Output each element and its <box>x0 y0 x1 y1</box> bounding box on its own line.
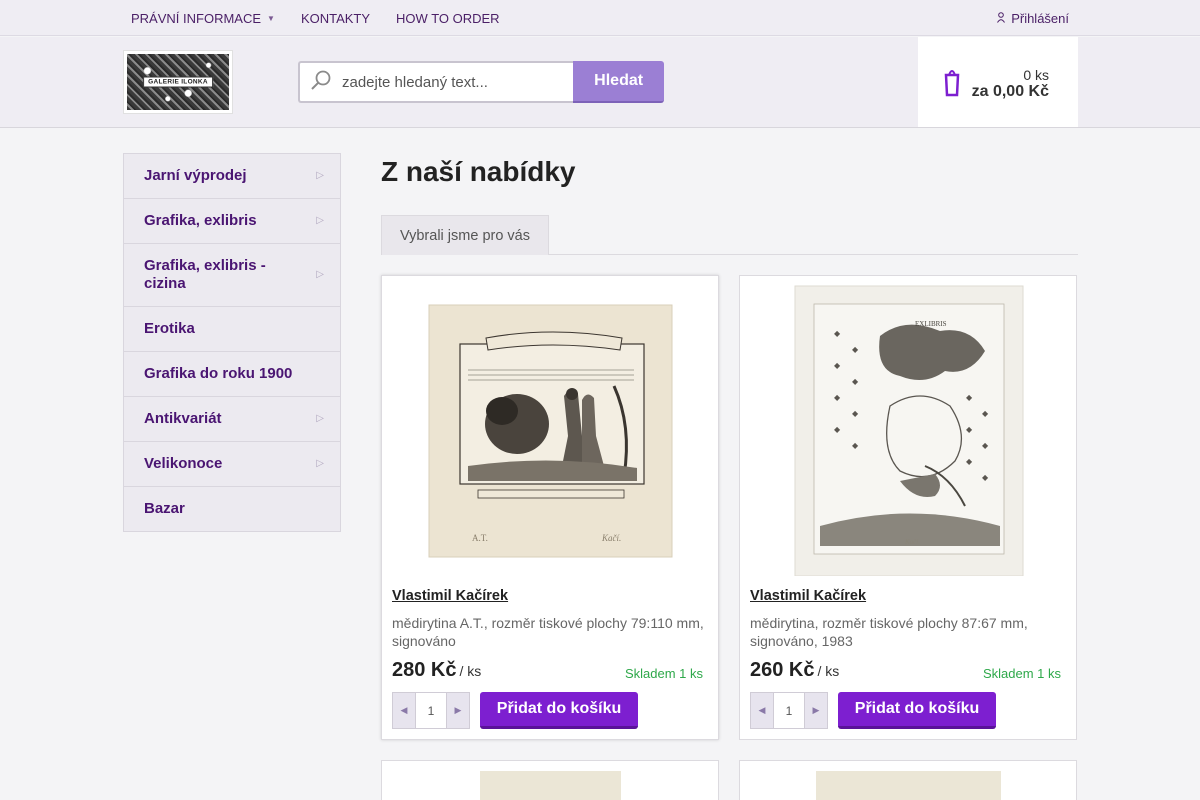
svg-text:◆: ◆ <box>834 361 841 370</box>
sidebar-item-label: Grafika do roku 1900 <box>144 365 293 382</box>
site-logo[interactable]: GALERIE ILONKA <box>123 50 233 114</box>
sidebar-item-bazaar[interactable]: Bazar <box>124 487 340 531</box>
cart-quantity: 0 ks <box>1023 67 1049 83</box>
chevron-right-icon: ▷ <box>316 458 324 469</box>
sidebar-item-label: Erotika <box>144 320 195 337</box>
svg-text:Kačí.: Kačí. <box>904 538 920 546</box>
nav-item-label: PRÁVNÍ INFORMACE <box>131 10 262 26</box>
search-form: Hledat <box>298 61 664 103</box>
svg-text:◆: ◆ <box>834 393 841 402</box>
svg-text:◆: ◆ <box>982 473 989 482</box>
product-price: 280 Kč / ks <box>392 659 481 682</box>
price-unit: / ks <box>459 663 482 679</box>
product-card-partial <box>739 760 1077 800</box>
tab-selected-for-you[interactable]: Vybrali jsme pro vás <box>381 215 549 255</box>
cart-widget[interactable]: 0 ks za 0,00 Kč <box>918 37 1078 127</box>
nav-item-label: HOW TO ORDER <box>396 10 500 26</box>
sidebar-item-label: Jarní výprodej <box>144 167 247 184</box>
chevron-down-icon: ▼ <box>267 13 275 23</box>
chevron-right-icon: ▷ <box>316 269 324 280</box>
product-author-link[interactable]: Vlastimil Kačírek <box>392 588 508 604</box>
search-button[interactable]: Hledat <box>573 61 664 103</box>
sidebar-item-graphics-foreign[interactable]: Grafika, exlibris - cizina ▷ <box>124 244 340 307</box>
stock-status: Skladem 1 ks <box>624 666 703 681</box>
decrease-button[interactable]: ◀ <box>751 693 773 728</box>
svg-text:◆: ◆ <box>834 329 841 338</box>
user-icon <box>997 11 1006 26</box>
tab-bar: Vybrali jsme pro vás <box>381 215 1078 255</box>
search-box <box>298 61 574 103</box>
search-input[interactable] <box>342 73 552 91</box>
nav-item-legal-info[interactable]: PRÁVNÍ INFORMACE ▼ <box>131 11 275 26</box>
chevron-right-icon: ▷ <box>316 215 324 226</box>
svg-text:◆: ◆ <box>966 425 973 434</box>
top-bar: PRÁVNÍ INFORMACE ▼ KONTAKTY HOW TO ORDER… <box>0 0 1200 36</box>
svg-text:◆: ◆ <box>966 457 973 466</box>
svg-text:◆: ◆ <box>982 409 989 418</box>
svg-text:A.T.: A.T. <box>472 533 488 543</box>
add-to-cart-button[interactable]: Přidat do košíku <box>480 692 638 729</box>
nav-item-how-to-order[interactable]: HOW TO ORDER <box>396 11 500 26</box>
product-card-partial <box>381 760 719 800</box>
nav-item-label: KONTAKTY <box>300 10 371 26</box>
svg-text:EXLIBRIS: EXLIBRIS <box>915 320 947 328</box>
product-card: ◆ ◆ ◆ ◆ ◆ ◆ ◆ ◆ ◆ ◆ ◆ ◆ ◆ ◆ EXLIBRIS Kačí. Vlasti… <box>739 275 1077 740</box>
svg-text:Kačí.: Kačí. <box>601 533 621 543</box>
sidebar-item-graphics-before-1900[interactable]: Grafika do roku 1900 <box>124 352 340 397</box>
svg-text:◆: ◆ <box>834 425 841 434</box>
quantity-value[interactable]: 1 <box>415 693 447 728</box>
sidebar-item-label: Bazar <box>144 500 185 517</box>
product-description: mědirytina, rozměr tiskové plochy 87:67 … <box>750 615 1028 649</box>
product-image-partial[interactable] <box>816 771 1001 800</box>
product-description: mědirytina A.T., rozměr tiskové plochy 7… <box>392 615 704 649</box>
chevron-right-icon: ▷ <box>316 170 324 181</box>
product-card: A.T. Kačí. Vlastimil Kačírek mědirytina … <box>381 275 719 740</box>
svg-text:◆: ◆ <box>852 441 859 450</box>
top-navigation: PRÁVNÍ INFORMACE ▼ KONTAKTY HOW TO ORDER <box>131 0 500 36</box>
sidebar-item-label: Grafika, exlibris - cizina <box>144 257 266 292</box>
increase-button[interactable]: ▶ <box>805 693 827 728</box>
svg-text:◆: ◆ <box>852 409 859 418</box>
sidebar-item-label: Grafika, exlibris <box>144 212 257 229</box>
quantity-stepper: ◀ 1 ▶ <box>392 692 470 729</box>
page-title: Z naší nabídky <box>381 156 576 187</box>
header: GALERIE ILONKA Hledat 0 ks za 0,00 Kč <box>0 37 1200 128</box>
quantity-stepper: ◀ 1 ▶ <box>750 692 828 729</box>
login-link[interactable]: Přihlášení <box>997 0 1069 36</box>
sidebar-item-label: Velikonoce <box>144 455 223 472</box>
chevron-right-icon: ▷ <box>316 413 324 424</box>
decrease-button[interactable]: ◀ <box>393 693 415 728</box>
logo-text: GALERIE ILONKA <box>143 76 213 88</box>
add-to-cart-button[interactable]: Přidat do košíku <box>838 692 996 729</box>
product-author-link[interactable]: Vlastimil Kačírek <box>750 588 866 604</box>
sidebar-item-spring-sale[interactable]: Jarní výprodej ▷ <box>124 154 340 199</box>
svg-text:◆: ◆ <box>982 441 989 450</box>
svg-text:◆: ◆ <box>966 393 973 402</box>
login-label: Přihlášení <box>1011 10 1069 26</box>
sidebar-item-erotica[interactable]: Erotika <box>124 307 340 352</box>
sidebar-item-antiquarian[interactable]: Antikvariát ▷ <box>124 397 340 442</box>
svg-text:◆: ◆ <box>852 345 859 354</box>
logo-pattern: GALERIE ILONKA <box>127 54 229 110</box>
nav-item-contacts[interactable]: KONTAKTY <box>301 11 370 26</box>
cart-total: za 0,00 Kč <box>971 83 1049 100</box>
price-value: 260 Kč <box>750 659 815 681</box>
increase-button[interactable]: ▶ <box>447 693 469 728</box>
stock-status: Skladem 1 ks <box>982 666 1061 681</box>
price-unit: / ks <box>817 663 840 679</box>
sidebar-item-easter[interactable]: Velikonoce ▷ <box>124 442 340 487</box>
search-icon <box>310 69 332 96</box>
sidebar-item-label: Antikvariát <box>144 410 222 427</box>
quantity-value[interactable]: 1 <box>773 693 805 728</box>
sidebar-item-graphics-exlibris[interactable]: Grafika, exlibris ▷ <box>124 199 340 244</box>
product-image-partial[interactable] <box>480 771 621 800</box>
price-value: 280 Kč <box>392 659 457 681</box>
svg-text:◆: ◆ <box>852 377 859 386</box>
product-price: 260 Kč / ks <box>750 659 839 682</box>
category-sidebar: Jarní výprodej ▷ Grafika, exlibris ▷ Gra… <box>123 153 341 532</box>
cart-icon <box>944 70 960 97</box>
exlibris-etching-couple-image[interactable]: A.T. Kačí. <box>382 276 718 576</box>
exlibris-etching-europe-map-image[interactable]: ◆ ◆ ◆ ◆ ◆ ◆ ◆ ◆ ◆ ◆ ◆ ◆ ◆ ◆ EXLIBRIS Kačí. <box>740 276 1076 577</box>
